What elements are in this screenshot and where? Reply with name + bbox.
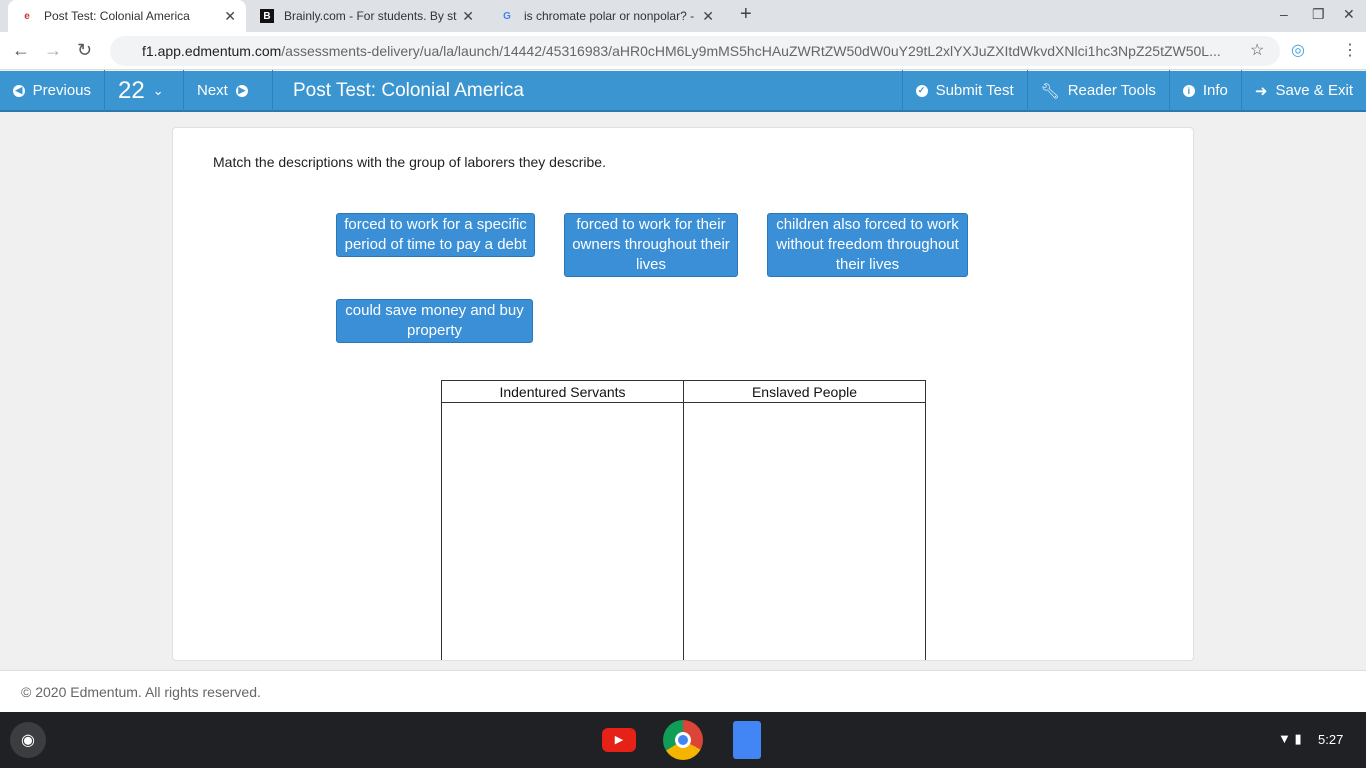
tab-title: Post Test: Colonial America — [44, 9, 190, 23]
check-circle-icon: ✓ — [915, 84, 928, 97]
wifi-battery-icon[interactable]: ▼ ▮ — [1278, 731, 1302, 747]
page-title: Post Test: Colonial America — [293, 79, 524, 101]
previous-button[interactable]: ◀ Previous — [0, 70, 105, 111]
os-shelf: ◉ ▶ ▼ ▮ 5:27 — [0, 712, 1366, 768]
url-input[interactable]: f1.app.edmentum.com/assessments-delivery… — [110, 36, 1280, 66]
extension-icon[interactable]: ◎ — [1291, 40, 1305, 60]
back-icon[interactable]: ← — [12, 40, 30, 61]
forward-icon[interactable]: → — [44, 40, 62, 61]
reload-icon[interactable]: ↻ — [77, 40, 92, 61]
chevron-down-icon: ⌄ — [152, 82, 164, 98]
question-card: Match the descriptions with the group of… — [172, 127, 1194, 661]
close-tab-icon[interactable]: ✕ — [462, 8, 474, 25]
save-exit-button[interactable]: ➜ Save & Exit — [1242, 70, 1366, 111]
close-window-icon[interactable]: ✕ — [1343, 6, 1355, 23]
sign-in-icon: ➜ — [1254, 82, 1268, 100]
info-button[interactable]: i Info — [1170, 70, 1242, 111]
footer: © 2020 Edmentum. All rights reserved. — [0, 670, 1366, 712]
tab-title: is chromate polar or nonpolar? - — [524, 9, 695, 23]
match-table: Indentured Servants Enslaved People — [441, 380, 926, 660]
question-selector[interactable]: 22 ⌄ — [105, 70, 184, 111]
google-icon: G — [503, 10, 511, 22]
question-prompt: Match the descriptions with the group of… — [213, 154, 606, 170]
arrow-right-icon: ▶ — [235, 84, 248, 97]
tab-strip: e Post Test: Colonial America ✕ B Brainly.c… — [0, 0, 1366, 32]
drop-zone-enslaved[interactable] — [683, 402, 926, 660]
launcher-icon[interactable]: ◉ — [10, 722, 46, 758]
chrome-icon[interactable] — [663, 720, 703, 760]
clock[interactable]: 5:27 — [1318, 732, 1343, 747]
draggable-chip[interactable]: forced to work for a specific period of … — [336, 213, 535, 257]
tab-title: Brainly.com - For students. By st — [284, 9, 457, 23]
address-bar: ← → ↻ f1.app.edmentum.com/assessments-de… — [0, 32, 1366, 70]
draggable-chip[interactable]: forced to work for their owners througho… — [564, 213, 738, 277]
edmentum-icon: e — [24, 10, 30, 22]
tab-google[interactable]: Gis chromate polar or nonpolar? - ✕ — [488, 0, 724, 32]
wrench-icon: 🔧︎ — [1040, 82, 1060, 100]
new-tab-icon[interactable]: + — [740, 3, 752, 26]
info-icon: i — [1182, 84, 1195, 97]
drop-zone-indentured[interactable] — [441, 402, 684, 660]
restore-icon[interactable]: ❐ — [1312, 6, 1325, 23]
submit-test-button[interactable]: ✓ Submit Test — [901, 70, 1028, 111]
star-icon[interactable]: ☆ — [1250, 40, 1264, 60]
tab-brainly[interactable]: B Brainly.com - For students. By st ✕ — [248, 0, 484, 32]
column-header: Indentured Servants — [441, 380, 684, 403]
tab-post-test[interactable]: e Post Test: Colonial America ✕ — [8, 0, 246, 32]
draggable-chip[interactable]: children also forced to work without fre… — [767, 213, 968, 277]
column-header: Enslaved People — [683, 380, 926, 403]
next-button[interactable]: Next ▶ — [184, 70, 273, 111]
youtube-icon[interactable]: ▶ — [602, 728, 636, 752]
brainly-icon: B — [260, 9, 274, 23]
google-docs-icon[interactable] — [733, 721, 761, 759]
reader-tools-button[interactable]: 🔧︎ Reader Tools — [1028, 70, 1170, 111]
assessment-toolbar: ◀ Previous 22 ⌄ Next ▶ Post Test: Colonial … — [0, 70, 1366, 112]
arrow-left-icon: ◀ — [13, 84, 25, 97]
close-tab-icon[interactable]: ✕ — [702, 8, 714, 25]
menu-icon[interactable]: ⋮ — [1342, 40, 1358, 60]
draggable-chip[interactable]: could save money and buy property — [336, 299, 533, 343]
close-tab-icon[interactable]: ✕ — [224, 8, 236, 25]
minimize-icon[interactable]: – — [1280, 6, 1288, 22]
